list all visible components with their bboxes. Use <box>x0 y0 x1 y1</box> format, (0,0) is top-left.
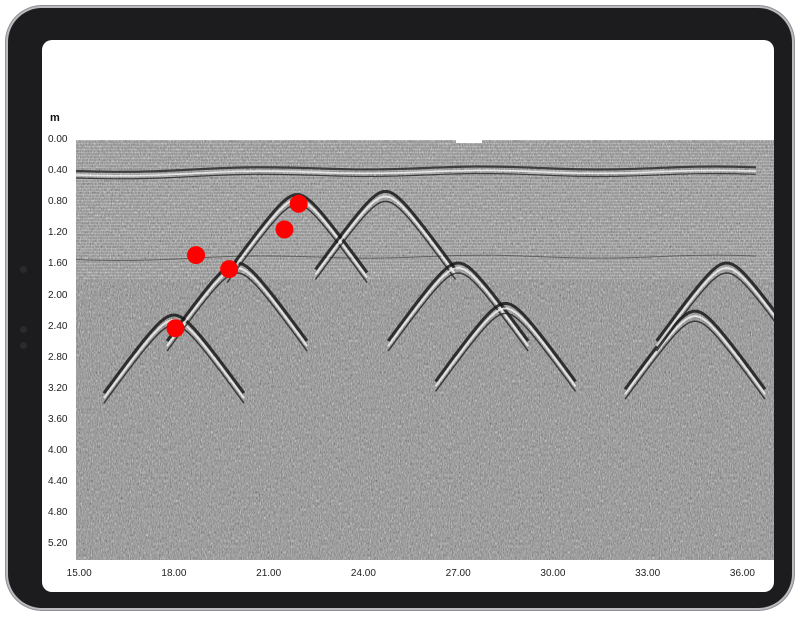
depth-tick-label: 2.40 <box>48 320 68 332</box>
distance-tick-label: 36.00 <box>729 568 755 579</box>
depth-tick-label: 0.80 <box>48 196 68 208</box>
camera-dot <box>20 266 27 273</box>
tablet-frame: m 0.00 0.40 0.80 1.20 1.60 2.00 2.40 2.80 3.20 3.… <box>8 8 792 608</box>
depth-tick-label: 1.20 <box>48 227 68 239</box>
sensor-dot <box>20 326 27 333</box>
target-marker[interactable] <box>166 319 185 338</box>
sensor-dot <box>20 342 27 349</box>
depth-tick-label: 2.00 <box>48 289 68 301</box>
distance-tick-label: 30.00 <box>540 568 566 579</box>
depth-tick-label: 0.40 <box>48 165 68 177</box>
depth-tick-label: 5.20 <box>48 538 68 550</box>
target-marker[interactable] <box>220 260 239 279</box>
distance-tick-label: 15.00 <box>66 568 92 579</box>
distance-tick-label: 33.00 <box>635 568 661 579</box>
target-marker[interactable] <box>275 220 294 239</box>
depth-tick-label: 3.60 <box>48 414 68 425</box>
depth-tick-label: 2.80 <box>48 351 68 363</box>
distance-tick-label: 27.00 <box>445 568 471 579</box>
depth-tick-label: 0.00 <box>48 134 68 145</box>
radargram-plot[interactable] <box>76 140 774 560</box>
depth-tick-label: 4.40 <box>48 476 68 488</box>
screen: m 0.00 0.40 0.80 1.20 1.60 2.00 2.40 2.80 3.20 3.… <box>42 40 774 592</box>
depth-axis: 0.00 0.40 0.80 1.20 1.60 2.00 2.40 2.80 3.20 3.60… <box>42 40 78 592</box>
target-marker[interactable] <box>289 194 308 213</box>
distance-tick-label: 21.00 <box>256 568 282 579</box>
depth-tick-label: 3.20 <box>48 382 68 394</box>
distance-tick-label: 18.00 <box>161 568 187 579</box>
distance-tick-label: 24.00 <box>350 568 376 579</box>
depth-tick-label: 1.60 <box>48 258 68 270</box>
depth-tick-label: 4.80 <box>48 507 68 519</box>
gpr-radargram[interactable] <box>76 140 774 560</box>
target-marker[interactable] <box>187 246 206 265</box>
surface-notch <box>456 140 482 143</box>
depth-tick-label: 4.00 <box>48 445 68 457</box>
